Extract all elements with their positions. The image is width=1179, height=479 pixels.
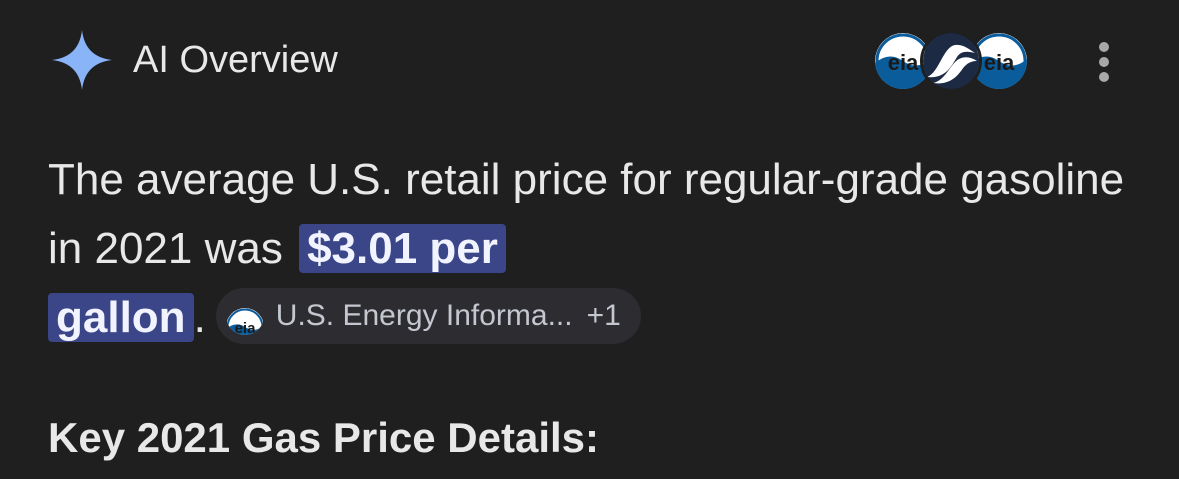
answer-text: The average U.S. retail price for regula… bbox=[48, 145, 1138, 352]
eia-wave-logo-icon bbox=[920, 30, 982, 92]
citation-extra-count: +1 bbox=[586, 299, 621, 333]
ai-overview-title: AI Overview bbox=[133, 39, 338, 81]
sentence-period: . bbox=[193, 293, 206, 342]
citation-chip[interactable]: eia U.S. Energy Informa... +1 bbox=[215, 288, 641, 345]
ai-overview-header: AI Overview eia eia bbox=[0, 0, 1179, 120]
ai-overview-panel: AI Overview eia eia The average U.S. ret… bbox=[0, 0, 1179, 479]
eia-logo-text: eia bbox=[984, 50, 1015, 75]
eia-logo-text: eia bbox=[888, 50, 919, 75]
sparkle-icon bbox=[52, 30, 112, 90]
eia-citation-icon: eia bbox=[225, 297, 264, 336]
eia-citation-logo-text: eia bbox=[234, 320, 256, 335]
more-options-icon[interactable] bbox=[1088, 40, 1120, 84]
highlighted-unit: gallon bbox=[48, 293, 194, 342]
answer-sentence: The average U.S. retail price for regula… bbox=[48, 155, 1125, 273]
source-favicons[interactable]: eia eia bbox=[872, 30, 1032, 94]
citation-label: U.S. Energy Informa... bbox=[275, 299, 573, 333]
section-heading: Key 2021 Gas Price Details: bbox=[48, 414, 600, 461]
highlighted-price: $3.01 per bbox=[299, 224, 506, 273]
